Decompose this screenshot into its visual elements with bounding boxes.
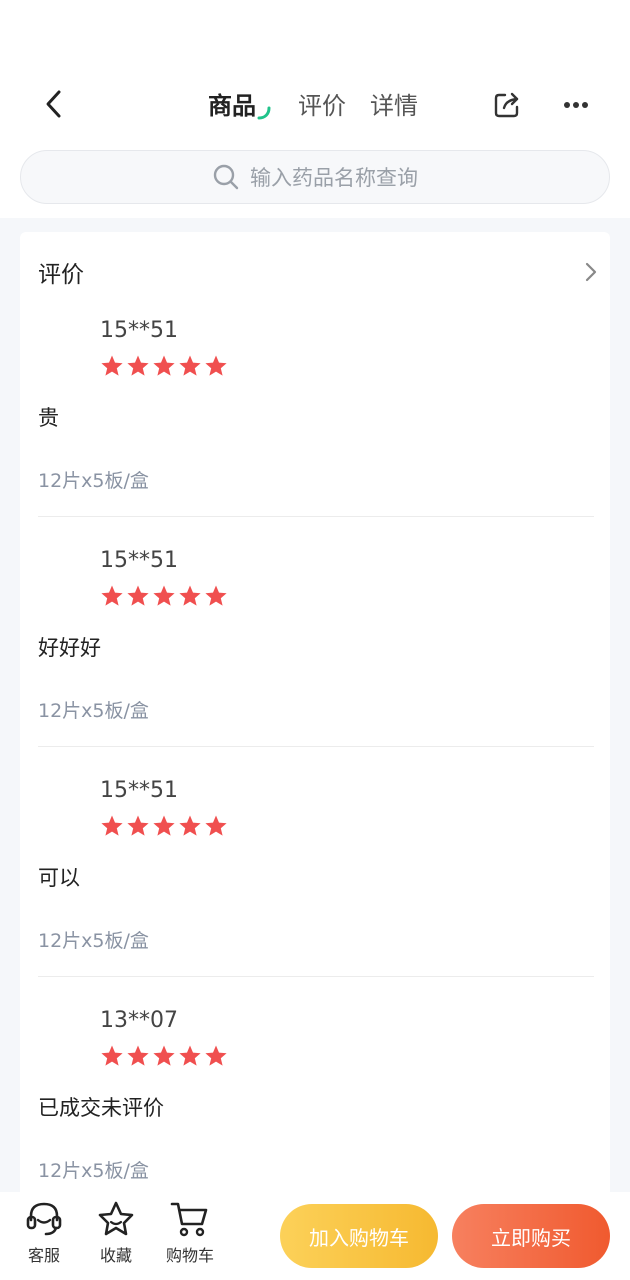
review-user: 13**07 [100,1008,178,1033]
star-icon [101,585,123,606]
rating-stars [100,1044,230,1068]
nav-header: 商品 评价 详情 [0,70,630,140]
tab-reviews-label: 评价 [298,92,346,120]
tab-bar: 商品 评价 详情 [208,88,442,124]
tab-product-label: 商品 [208,92,256,120]
chevron-left-icon [46,90,61,118]
star-icon [127,585,149,606]
tab-active-indicator-icon [257,106,271,120]
star-icon [153,1045,175,1066]
tab-reviews[interactable]: 评价 [298,90,346,122]
review-item: 15**51 好好好 12片x5板/盒 [38,548,594,778]
buy-now-label: 立即购买 [491,1225,571,1250]
star-icon [179,585,201,606]
share-icon [494,92,519,118]
star-icon [127,355,149,376]
review-user: 15**51 [100,778,178,803]
reviews-card: 评价 15**51 贵 12片x5板/盒 15**51 好好好 12片x5板/盒… [20,232,610,1192]
divider [38,976,594,977]
chevron-right-icon [585,262,597,282]
star-icon [205,585,227,606]
favorite-label: 收藏 [99,1246,132,1265]
review-content: 已成交未评价 [38,1096,164,1120]
star-outline-icon [98,1201,134,1236]
star-icon [153,815,175,836]
more-button[interactable] [558,88,594,122]
customer-service-button[interactable]: 客服 [14,1200,74,1270]
cart-label: 购物车 [165,1246,214,1265]
headset-icon [26,1202,62,1236]
star-icon [101,815,123,836]
review-content: 好好好 [38,636,101,660]
review-item: 13**07 已成交未评价 12片x5板/盒 [38,1008,594,1192]
star-icon [179,355,201,376]
add-to-cart-button[interactable]: 加入购物车 [280,1204,438,1268]
search-input[interactable]: 输入药品名称查询 [20,150,610,204]
divider [38,516,594,517]
review-spec: 12片x5板/盒 [38,470,149,492]
divider [38,746,594,747]
tab-details[interactable]: 详情 [370,90,418,122]
tab-details-label: 详情 [370,92,418,120]
star-icon [127,1045,149,1066]
buy-now-button[interactable]: 立即购买 [452,1204,610,1268]
top-area: 商品 评价 详情 输入药品名称查询 [0,0,630,218]
star-icon [127,815,149,836]
cart-button[interactable]: 购物车 [160,1200,220,1270]
share-button[interactable] [490,88,524,122]
star-icon [205,815,227,836]
rating-stars [100,584,230,608]
review-item: 15**51 可以 12片x5板/盒 [38,778,594,1008]
add-to-cart-label: 加入购物车 [309,1225,409,1250]
reviews-header[interactable]: 评价 [38,252,598,292]
favorite-button[interactable]: 收藏 [86,1200,146,1270]
review-user: 15**51 [100,318,178,343]
search-icon [213,164,239,190]
review-content: 可以 [38,866,80,890]
review-content: 贵 [38,406,59,430]
reviews-title: 评价 [38,262,84,288]
star-icon [205,1045,227,1066]
review-spec: 12片x5板/盒 [38,1160,149,1182]
star-icon [153,355,175,376]
star-icon [101,1045,123,1066]
search-placeholder: 输入药品名称查询 [250,166,418,190]
tab-product[interactable]: 商品 [208,90,271,122]
star-icon [153,585,175,606]
review-spec: 12片x5板/盒 [38,700,149,722]
customer-service-label: 客服 [27,1246,60,1265]
star-icon [101,355,123,376]
star-icon [179,815,201,836]
back-button[interactable] [36,86,72,122]
rating-stars [100,814,230,838]
review-user: 15**51 [100,548,178,573]
star-icon [179,1045,201,1066]
bottom-action-bar: 客服 收藏 购物车 加入购物车 立即购买 [0,1192,630,1280]
cart-icon [170,1202,208,1237]
review-item: 15**51 贵 12片x5板/盒 [38,318,594,548]
more-dots-icon [564,102,588,108]
review-spec: 12片x5板/盒 [38,930,149,952]
rating-stars [100,354,230,378]
star-icon [205,355,227,376]
